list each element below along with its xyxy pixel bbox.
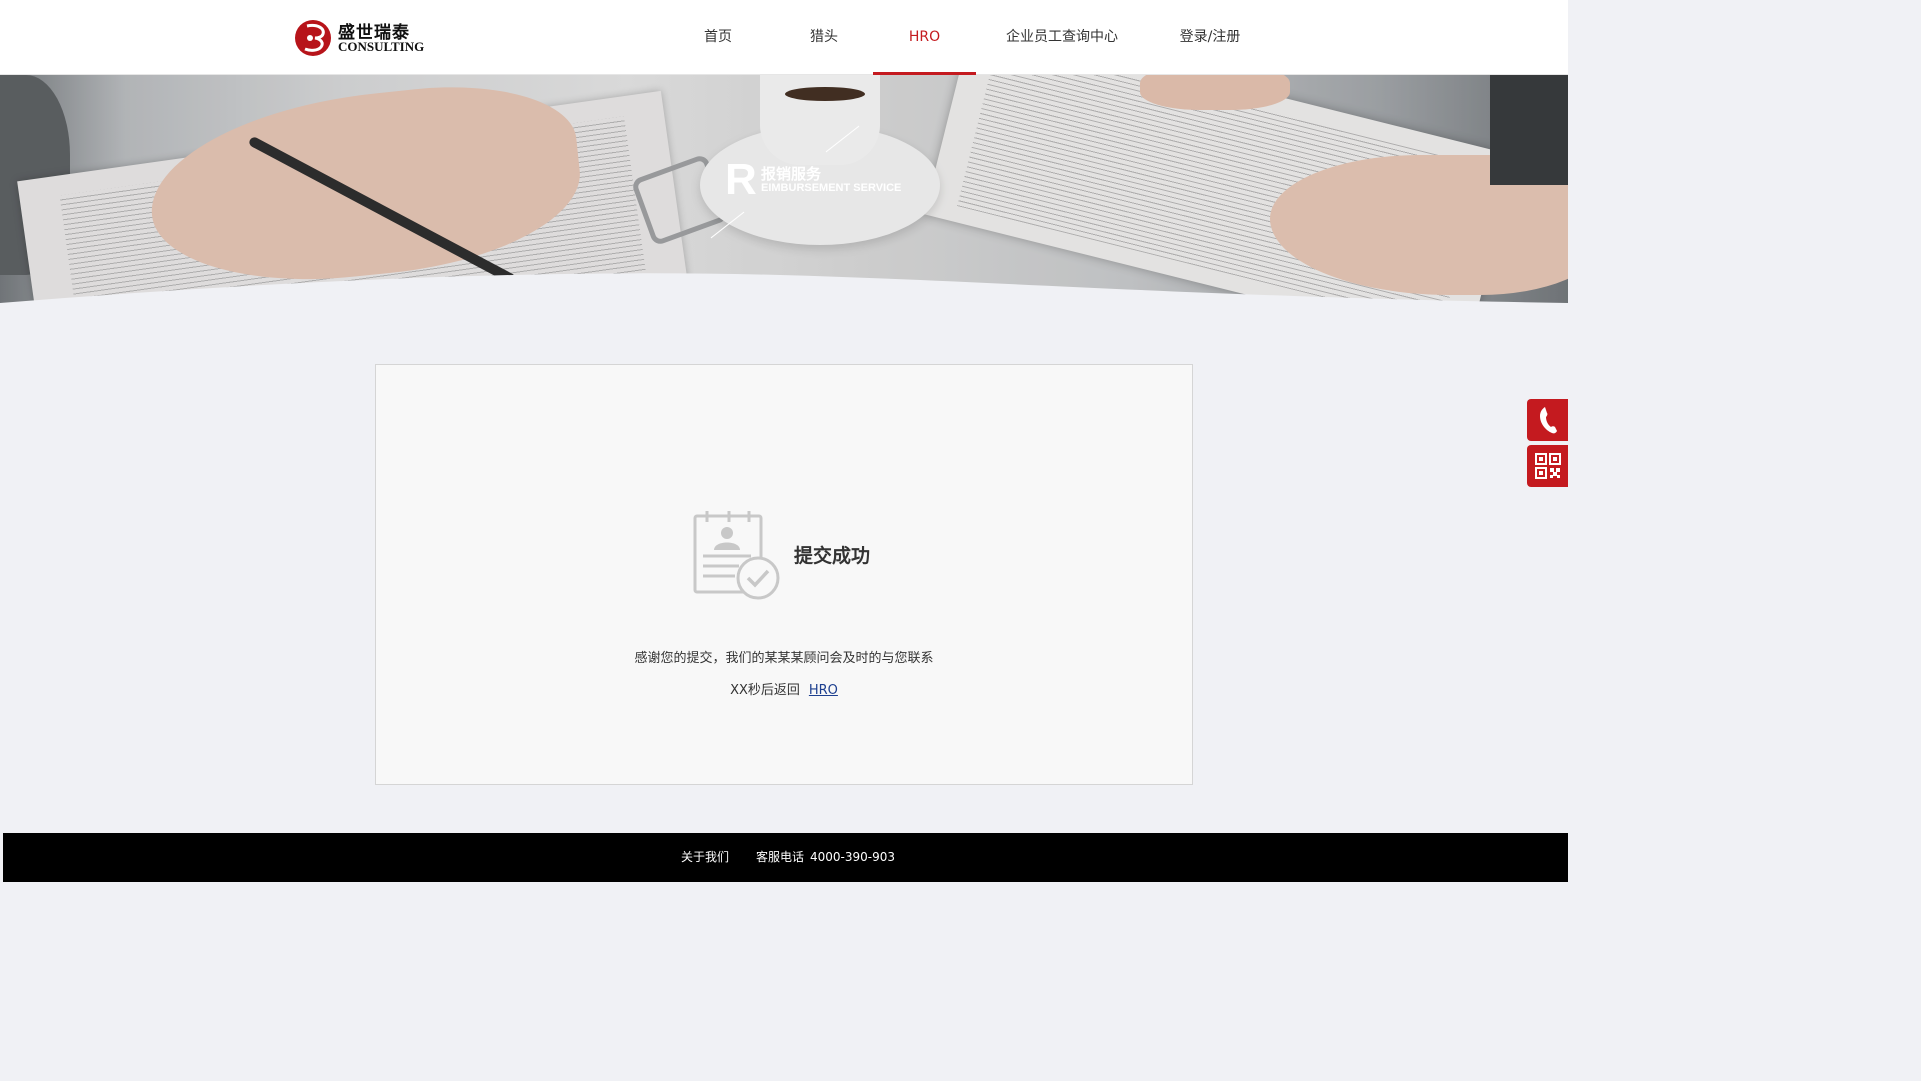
nav-item-home[interactable]: 首页 (697, 0, 739, 75)
clipboard-check-icon (693, 511, 780, 600)
phone-icon (1540, 407, 1557, 434)
banner-title-cn: 报销服务 (761, 165, 822, 183)
banner-title-letter: R (725, 155, 757, 204)
return-line: XX秒后返回 HRO (376, 679, 1192, 698)
return-countdown-text: XX秒后返回 (730, 683, 800, 698)
success-title: 提交成功 (794, 545, 871, 567)
footer-phone-label: 客服电话 (756, 850, 805, 864)
footer: 关于我们 客服电话 4000-390-903 (3, 833, 1568, 882)
banner-title: R 报销服务 EIMBURSEMENT SERVICE (725, 155, 925, 204)
nav-item-employee-query[interactable]: 企业员工查询中心 (1006, 0, 1118, 75)
footer-phone: 客服电话 4000-390-903 (756, 848, 895, 865)
footer-phone-number: 4000-390-903 (810, 850, 896, 864)
banner-wave (0, 273, 1568, 308)
banner: R 报销服务 EIMBURSEMENT SERVICE (0, 75, 1568, 308)
side-phone-button[interactable] (1527, 399, 1568, 441)
side-qr-button[interactable] (1527, 445, 1568, 487)
banner-title-en: EIMBURSEMENT SERVICE (761, 182, 902, 194)
qr-code-icon (1535, 453, 1561, 479)
return-hro-link[interactable]: HRO (809, 683, 838, 698)
footer-about-link[interactable]: 关于我们 (681, 848, 729, 865)
main-nav: 首页 猎头 HRO 企业员工查询中心 登录/注册 (0, 0, 1568, 75)
nav-item-headhunting[interactable]: 猎头 (803, 0, 845, 75)
submit-result-card: 提交成功 感谢您的提交，我们的某某某顾问会及时的与您联系 XX秒后返回 HRO (375, 364, 1193, 785)
success-message: 感谢您的提交，我们的某某某顾问会及时的与您联系 (634, 651, 934, 666)
nav-item-login-register[interactable]: 登录/注册 (1176, 0, 1244, 75)
nav-item-hro[interactable]: HRO (873, 0, 976, 75)
header: 盛世瑞泰 CONSULTING 首页 猎头 HRO 企业员工查询中心 登录/注册 (0, 0, 1568, 75)
